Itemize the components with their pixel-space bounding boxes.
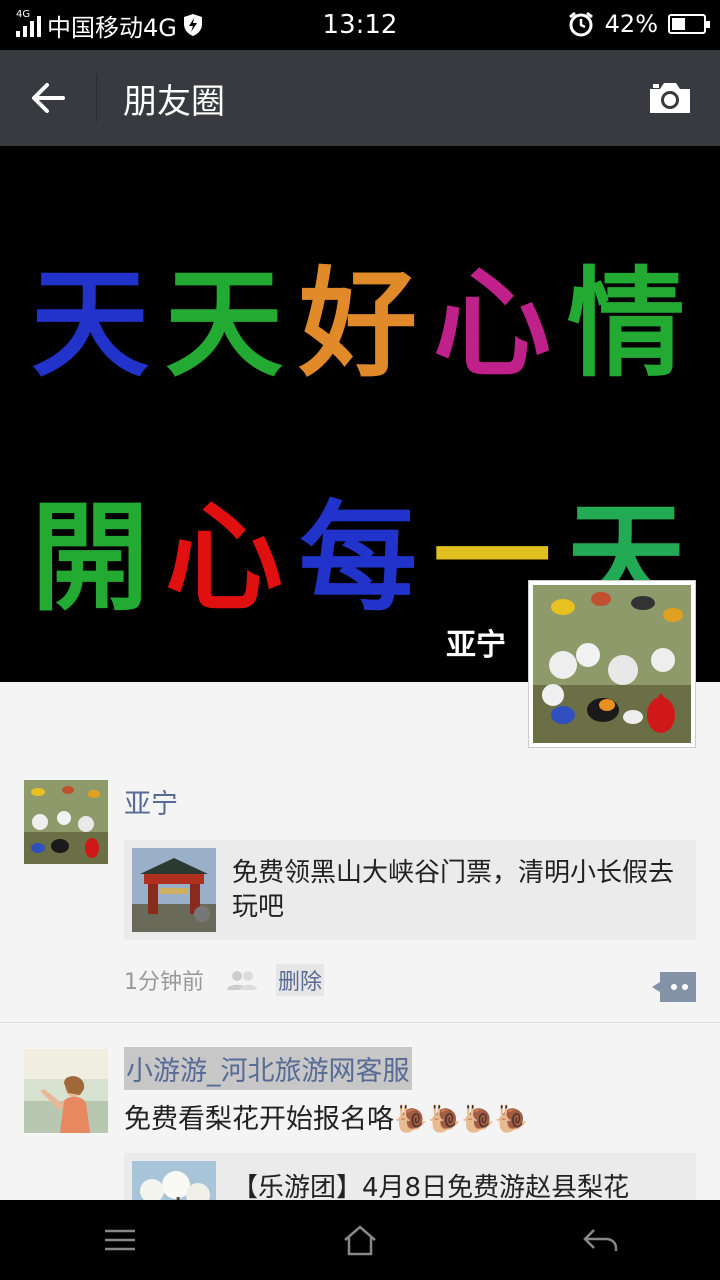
share-thumbnail bbox=[132, 1161, 216, 1200]
delete-button[interactable]: 删除 bbox=[276, 964, 325, 996]
battery-icon bbox=[668, 14, 710, 34]
comment-bubble-icon bbox=[652, 972, 696, 1002]
moments-feed: 亚宁 免费领黑山大峡谷门票，清明小长假去玩吧 1分钟前 删除 小游游_河北旅游网… bbox=[0, 682, 720, 1200]
menu-icon bbox=[105, 1229, 135, 1251]
cover-char: 開 bbox=[30, 489, 153, 627]
cover-char: 情 bbox=[567, 255, 690, 393]
post-time: 1分钟前 bbox=[124, 970, 204, 995]
cover-char: 天 bbox=[164, 255, 287, 393]
back-button[interactable] bbox=[0, 50, 96, 146]
post-item: 小游游_河北旅游网客服 免费看梨花开始报名咯🐌🐌🐌🐌 【乐游团】4月8日免费游赵… bbox=[0, 1022, 720, 1200]
post-nickname[interactable]: 亚宁 bbox=[124, 782, 178, 821]
app-toolbar: 朋友圈 bbox=[0, 50, 720, 146]
birds-avatar-image bbox=[533, 585, 691, 743]
arrow-left-icon bbox=[32, 83, 65, 113]
cover-user-name[interactable]: 亚宁 bbox=[446, 620, 506, 664]
cover-char: 天 bbox=[30, 255, 153, 393]
post-nickname[interactable]: 小游游_河北旅游网客服 bbox=[124, 1047, 412, 1090]
cover-char: 心 bbox=[433, 255, 556, 393]
cover-char: 好 bbox=[298, 255, 421, 393]
avatar[interactable] bbox=[24, 780, 108, 864]
share-thumbnail bbox=[132, 848, 216, 932]
woman-avatar-image bbox=[24, 1049, 108, 1133]
camera-button[interactable] bbox=[640, 68, 700, 128]
cover-char: 心 bbox=[164, 489, 287, 627]
cover-line-1: 天天好心情 bbox=[0, 228, 720, 399]
system-back-button[interactable] bbox=[540, 1200, 660, 1280]
post-text: 免费看梨花开始报名咯🐌🐌🐌🐌 bbox=[124, 1104, 529, 1135]
home-icon bbox=[344, 1225, 376, 1256]
menu-button[interactable] bbox=[60, 1200, 180, 1280]
profile-avatar[interactable] bbox=[528, 580, 696, 748]
share-card[interactable]: 免费领黑山大峡谷门票，清明小长假去玩吧 bbox=[124, 840, 696, 940]
page-title: 朋友圈 bbox=[123, 81, 225, 122]
toolbar-divider bbox=[96, 74, 97, 122]
status-bar: 4G 中国移动4G 13:12 42% bbox=[0, 0, 720, 50]
comment-button[interactable] bbox=[652, 972, 696, 1002]
gate-thumbnail-image bbox=[132, 848, 216, 932]
camera-icon bbox=[650, 83, 690, 113]
post-meta: 1分钟前 删除 bbox=[124, 964, 325, 996]
snail-emoji: 🐌🐌🐌🐌 bbox=[394, 1104, 529, 1135]
cover-char: 每 bbox=[298, 489, 421, 627]
share-card[interactable]: 【乐游团】4月8日免费游赵县梨花 bbox=[124, 1153, 696, 1200]
share-title: 免费领黑山大峡谷门票，清明小长假去玩吧 bbox=[232, 858, 675, 922]
home-button[interactable] bbox=[300, 1200, 420, 1280]
alarm-icon bbox=[568, 11, 593, 37]
system-nav-bar bbox=[0, 1200, 720, 1280]
battery-percent: 42% bbox=[604, 10, 658, 38]
birds-avatar-image bbox=[24, 780, 108, 864]
friends-icon bbox=[227, 971, 257, 990]
share-title: 【乐游团】4月8日免费游赵县梨花 bbox=[232, 1173, 630, 1200]
avatar[interactable] bbox=[24, 1049, 108, 1133]
back-icon bbox=[583, 1229, 618, 1251]
pear-blossom-thumbnail-image bbox=[132, 1161, 216, 1200]
